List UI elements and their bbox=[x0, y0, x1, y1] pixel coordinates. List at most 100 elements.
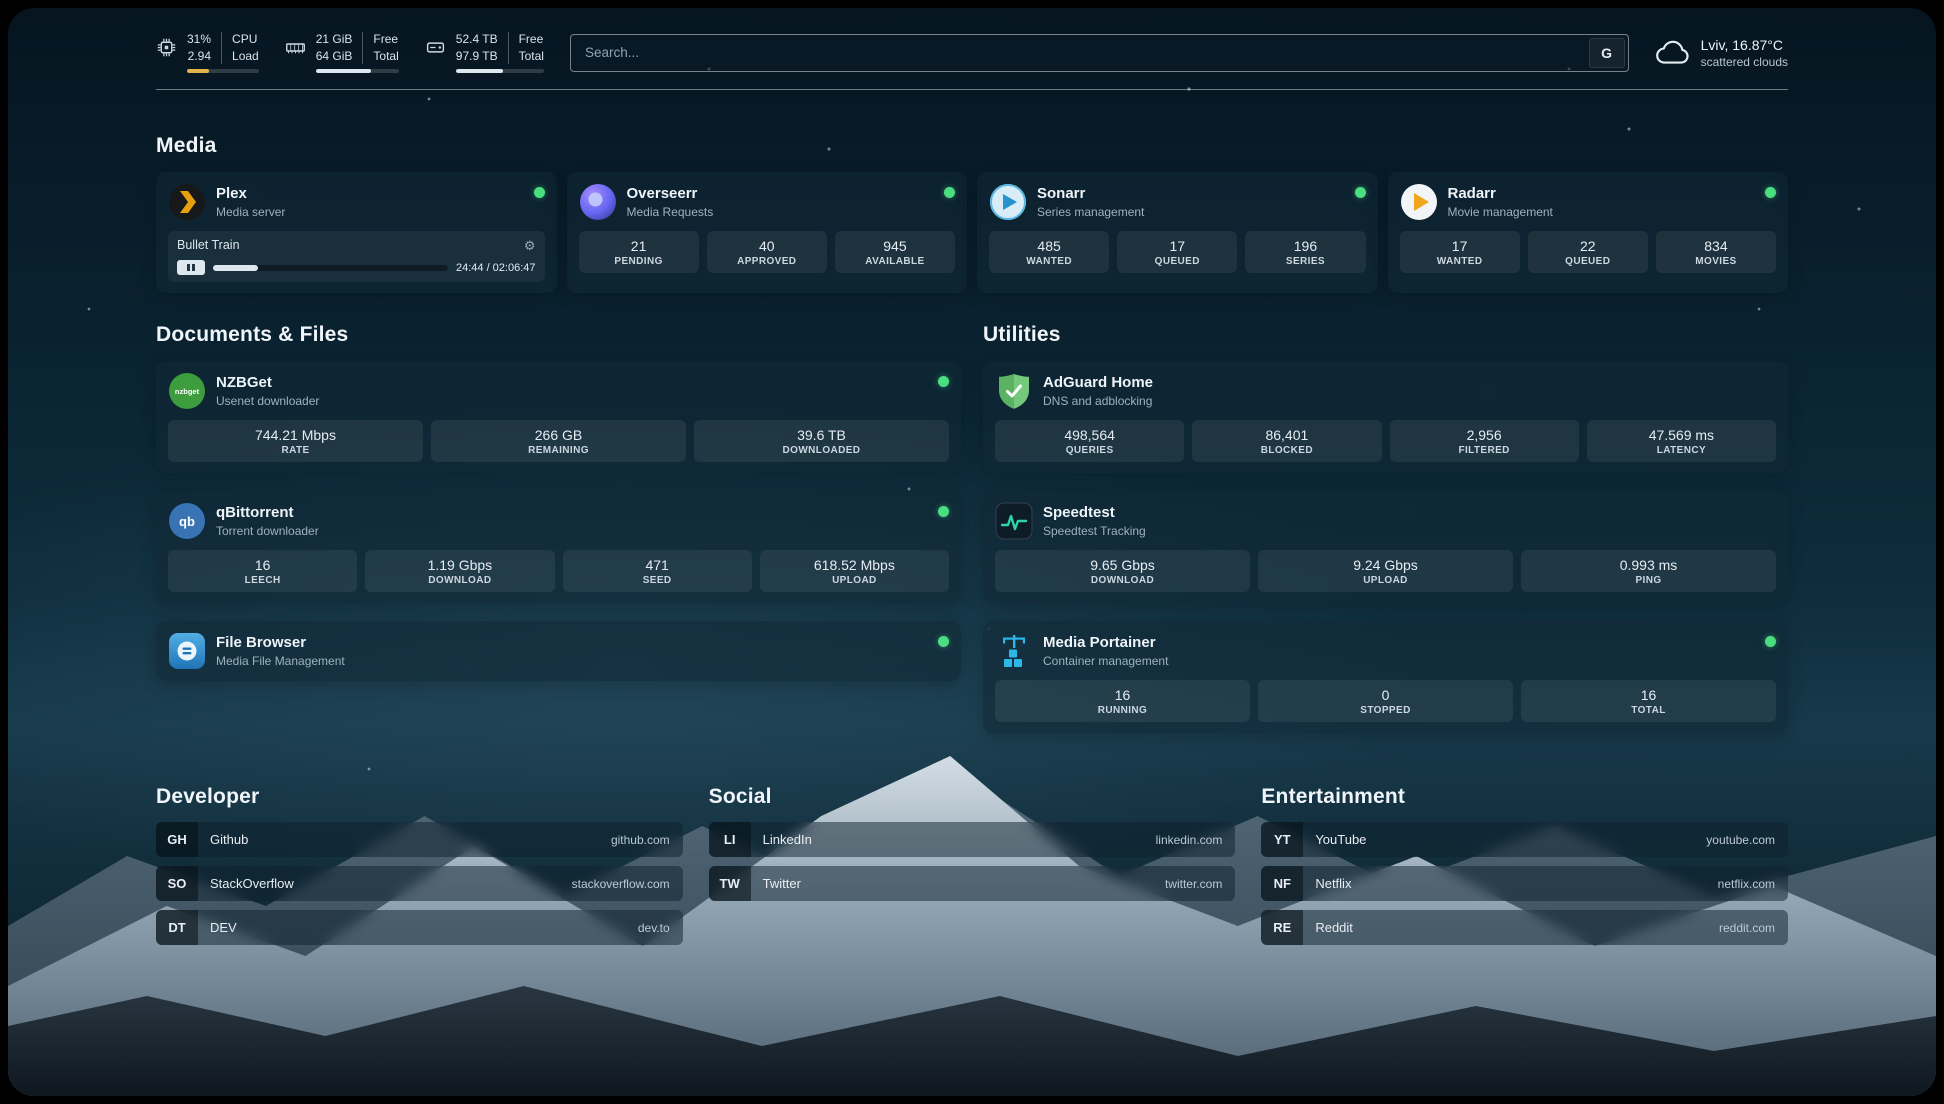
section-title-developer: Developer bbox=[156, 785, 683, 809]
service-card-filebrowser[interactable]: File Browser Media File Management bbox=[156, 621, 961, 681]
bookmark-reddit[interactable]: RE Reddit reddit.com bbox=[1261, 910, 1788, 945]
stat-box: 1.19 Gbps DOWNLOAD bbox=[365, 550, 554, 592]
stat-label: UPLOAD bbox=[764, 575, 945, 586]
disk-free-label: Free bbox=[519, 32, 544, 48]
stat-label: QUEUED bbox=[1532, 256, 1644, 267]
stat-label: SEED bbox=[567, 575, 748, 586]
service-name: File Browser bbox=[216, 634, 345, 652]
memory-total-value: 64 GiB bbox=[316, 49, 353, 65]
now-playing-widget: Bullet Train ⚙ 24:44 / 02:06:47 bbox=[168, 231, 545, 282]
stat-value: 2,956 bbox=[1394, 427, 1575, 443]
service-card-qbittorrent[interactable]: qb qBittorrent Torrent downloader bbox=[156, 491, 961, 603]
cloud-icon bbox=[1655, 40, 1691, 66]
bookmark-abbr: LI bbox=[709, 822, 751, 857]
qbittorrent-icon: qb bbox=[168, 502, 206, 540]
stat-box: 47.569 ms LATENCY bbox=[1587, 420, 1776, 462]
stat-box: 86,401 BLOCKED bbox=[1192, 420, 1381, 462]
gear-icon[interactable]: ⚙ bbox=[524, 239, 536, 252]
stat-value: 17 bbox=[1404, 238, 1516, 254]
stat-value: 485 bbox=[993, 238, 1105, 254]
bookmark-domain: netflix.com bbox=[1718, 877, 1775, 891]
stat-value: 17 bbox=[1121, 238, 1233, 254]
pause-button[interactable] bbox=[177, 260, 205, 275]
section-title-entertainment: Entertainment bbox=[1261, 785, 1788, 809]
service-subtitle: Series management bbox=[1037, 205, 1144, 219]
memory-free-value: 21 GiB bbox=[316, 32, 353, 48]
bookmark-name: Netflix bbox=[1315, 876, 1351, 891]
bookmark-group-developer: Developer GH Github github.com SO StackO… bbox=[156, 785, 683, 945]
service-card-overseerr[interactable]: Overseerr Media Requests 21 PENDING 40 A… bbox=[567, 172, 968, 293]
status-dot bbox=[1765, 636, 1776, 647]
stat-box: 16 RUNNING bbox=[995, 680, 1250, 722]
stat-box: 471 SEED bbox=[563, 550, 752, 592]
stat-value: 9.65 Gbps bbox=[999, 557, 1246, 573]
service-name: qBittorrent bbox=[216, 504, 319, 522]
service-card-nzbget[interactable]: nzbget NZBGet Usenet downloader 74 bbox=[156, 361, 961, 473]
search-bar: G bbox=[570, 34, 1629, 72]
stat-value: 21 bbox=[583, 238, 695, 254]
stat-value: 40 bbox=[711, 238, 823, 254]
service-card-speedtest[interactable]: Speedtest Speedtest Tracking 9.65 Gbps D… bbox=[983, 491, 1788, 603]
stat-label: RATE bbox=[172, 445, 419, 456]
stat-label: TOTAL bbox=[1525, 705, 1772, 716]
bookmark-twitter[interactable]: TW Twitter twitter.com bbox=[709, 866, 1236, 901]
bookmark-abbr: DT bbox=[156, 910, 198, 945]
service-subtitle: Torrent downloader bbox=[216, 524, 319, 538]
status-dot bbox=[938, 506, 949, 517]
header-divider bbox=[156, 89, 1788, 90]
stat-value: 47.569 ms bbox=[1591, 427, 1772, 443]
bookmark-domain: linkedin.com bbox=[1156, 833, 1223, 847]
bookmark-youtube[interactable]: YT YouTube youtube.com bbox=[1261, 822, 1788, 857]
bookmark-github[interactable]: GH Github github.com bbox=[156, 822, 683, 857]
stat-box: 39.6 TB DOWNLOADED bbox=[694, 420, 949, 462]
memory-icon bbox=[285, 37, 306, 58]
bookmark-name: DEV bbox=[210, 920, 237, 935]
disk-widget: 52.4 TB 97.9 TB Free Total bbox=[425, 32, 544, 73]
service-subtitle: Movie management bbox=[1448, 205, 1553, 219]
stat-box: 17 WANTED bbox=[1400, 231, 1520, 273]
sonarr-icon bbox=[989, 183, 1027, 221]
bookmark-stackoverflow[interactable]: SO StackOverflow stackoverflow.com bbox=[156, 866, 683, 901]
bookmark-netflix[interactable]: NF Netflix netflix.com bbox=[1261, 866, 1788, 901]
bookmark-abbr: GH bbox=[156, 822, 198, 857]
stat-value: 618.52 Mbps bbox=[764, 557, 945, 573]
search-provider-button[interactable]: G bbox=[1589, 38, 1625, 68]
bookmark-linkedin[interactable]: LI LinkedIn linkedin.com bbox=[709, 822, 1236, 857]
bookmark-group-social: Social LI LinkedIn linkedin.com TW Twitt… bbox=[709, 785, 1236, 945]
service-card-plex[interactable]: Plex Media server Bullet Train ⚙ 24:44 /… bbox=[156, 172, 557, 293]
bookmark-dev[interactable]: DT DEV dev.to bbox=[156, 910, 683, 945]
bookmark-domain: twitter.com bbox=[1165, 877, 1222, 891]
stat-label: BLOCKED bbox=[1196, 445, 1377, 456]
search-input[interactable] bbox=[570, 34, 1629, 72]
service-name: AdGuard Home bbox=[1043, 374, 1153, 392]
service-name: Speedtest bbox=[1043, 504, 1146, 522]
disk-total-label: Total bbox=[519, 49, 544, 65]
service-card-portainer[interactable]: Media Portainer Container management 16 … bbox=[983, 621, 1788, 733]
stat-value: 9.24 Gbps bbox=[1262, 557, 1509, 573]
service-name: Plex bbox=[216, 185, 285, 203]
bookmark-domain: dev.to bbox=[638, 921, 670, 935]
stat-label: LEECH bbox=[172, 575, 353, 586]
stat-value: 471 bbox=[567, 557, 748, 573]
stat-box: 618.52 Mbps UPLOAD bbox=[760, 550, 949, 592]
stat-label: QUEUED bbox=[1121, 256, 1233, 267]
disk-icon bbox=[425, 37, 446, 58]
stat-value: 834 bbox=[1660, 238, 1772, 254]
stat-label: UPLOAD bbox=[1262, 575, 1509, 586]
stat-label: STOPPED bbox=[1262, 705, 1509, 716]
stat-value: 945 bbox=[839, 238, 951, 254]
stat-label: PENDING bbox=[583, 256, 695, 267]
stat-label: APPROVED bbox=[711, 256, 823, 267]
stat-label: LATENCY bbox=[1591, 445, 1772, 456]
service-card-sonarr[interactable]: Sonarr Series management 485 WANTED 17 Q… bbox=[977, 172, 1378, 293]
stat-value: 22 bbox=[1532, 238, 1644, 254]
service-card-radarr[interactable]: Radarr Movie management 17 WANTED 22 QUE… bbox=[1388, 172, 1789, 293]
section-title-documents: Documents & Files bbox=[156, 323, 961, 347]
stat-box: 17 QUEUED bbox=[1117, 231, 1237, 273]
service-card-adguard[interactable]: AdGuard Home DNS and adblocking 498,564 … bbox=[983, 361, 1788, 473]
playback-time: 24:44 / 02:06:47 bbox=[456, 262, 536, 274]
stat-box: 40 APPROVED bbox=[707, 231, 827, 273]
playback-progress-bar[interactable] bbox=[213, 265, 448, 271]
top-bar: 31% 2.94 CPU Load bbox=[156, 32, 1788, 73]
stat-label: MOVIES bbox=[1660, 256, 1772, 267]
